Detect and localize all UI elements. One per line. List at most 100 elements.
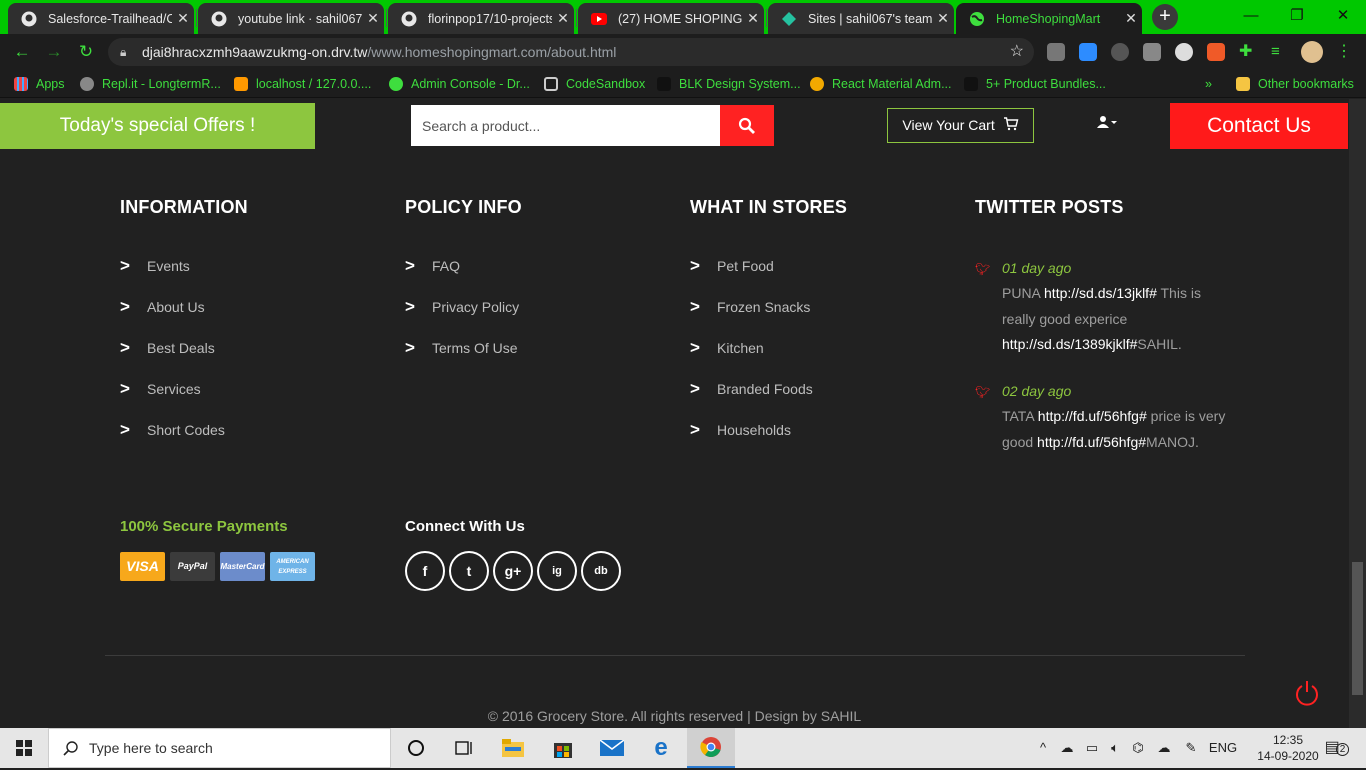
tweet-text: TATA [1002,408,1038,424]
puzzle-icon[interactable]: ✚ [1239,43,1257,61]
close-icon[interactable]: ✕ [742,10,764,27]
task-view-icon[interactable] [440,728,488,768]
pen-icon[interactable]: ✎ [1180,728,1202,768]
close-icon[interactable]: ✕ [362,10,384,27]
google-plus-icon[interactable]: g+ [493,551,533,591]
footer-link-frozen-snacks[interactable]: > Frozen Snacks [690,297,810,317]
avatar[interactable] [1301,41,1323,63]
close-icon[interactable]: ✕ [172,10,194,27]
cloud-icon[interactable]: ☁ [1057,728,1077,768]
footer-link-services[interactable]: > Services [120,379,201,399]
browser-tab[interactable]: (27) HOME SHOPING M ✕ [578,3,764,34]
chevron-up-icon[interactable]: ^ [1034,728,1052,768]
tweet-link[interactable]: http://fd.uf/56hfg# [1037,434,1146,450]
language-indicator[interactable]: ENG [1207,728,1239,768]
mail-icon[interactable] [588,728,636,768]
reload-icon[interactable]: ↻ [74,40,98,64]
minimize-button[interactable]: — [1228,0,1274,32]
restore-button[interactable]: ❐ [1274,0,1320,32]
footer-link-households[interactable]: > Households [690,420,791,440]
footer-link-short-codes[interactable]: > Short Codes [120,420,225,440]
bug-extension-icon[interactable] [1111,43,1129,61]
bookmark-other[interactable]: Other bookmarks [1236,70,1354,98]
twitter-icon[interactable]: t [449,551,489,591]
onedrive-icon[interactable]: ☁ [1153,728,1175,768]
footer-link-privacy-policy[interactable]: > Privacy Policy [405,297,519,317]
browser-tab-active[interactable]: HomeShopingMart ✕ [956,3,1142,34]
tweet-link[interactable]: http://sd.ds/13jklf# [1044,285,1157,301]
browser-tab[interactable]: Sites | sahil067's team ✕ [768,3,954,34]
dribbble-icon[interactable]: db [581,551,621,591]
footer-link-pet-food[interactable]: > Pet Food [690,256,774,276]
view-cart-button[interactable]: View Your Cart [887,108,1034,143]
scrollbar-thumb[interactable] [1352,562,1363,695]
lock-icon: 🔒︎ [120,45,127,59]
power-icon[interactable] [1293,678,1321,708]
media-icon[interactable]: ≡ [1271,43,1289,61]
bookmark-apps[interactable]: Apps [14,70,65,98]
bookmark-codesandbox[interactable]: CodeSandbox [544,70,645,98]
footer-link-kitchen[interactable]: > Kitchen [690,338,764,358]
translate-extension-icon[interactable] [1207,43,1225,61]
camera-extension-icon[interactable] [1143,43,1161,61]
taskbar-clock[interactable]: 12:35 14-09-2020 [1256,732,1320,764]
edge-icon[interactable]: e [637,728,685,768]
back-icon[interactable]: ← [10,40,34,64]
extension-icon[interactable] [1047,43,1065,61]
browser-tab[interactable]: youtube link · sahil067/ ✕ [198,3,384,34]
contact-us-button[interactable]: Contact Us [1170,103,1348,149]
record-extension-icon[interactable] [1175,43,1193,61]
menu-icon[interactable]: ⋮ [1335,43,1353,61]
tweet-link[interactable]: http://fd.uf/56hfg# [1038,408,1147,424]
user-dropdown[interactable] [1097,115,1117,131]
bookmark-localhost[interactable]: localhost / 127.0.0.... [234,70,371,98]
network-icon[interactable]: ⌬ [1128,728,1148,768]
footer-link-branded-foods[interactable]: > Branded Foods [690,379,813,399]
bookmark-react-material[interactable]: React Material Adm... [810,70,952,98]
new-tab-button[interactable]: + [1152,4,1178,30]
footer-link-about-us[interactable]: > About Us [120,297,205,317]
file-explorer-icon[interactable] [489,728,537,768]
notification-center-icon[interactable]: ▤2 [1322,728,1352,768]
instagram-icon[interactable]: ig [537,551,577,591]
battery-icon[interactable]: ▭ [1082,728,1102,768]
zoom-extension-icon[interactable] [1079,43,1097,61]
policy-heading: POLICY INFO [405,197,522,217]
close-icon[interactable]: ✕ [932,10,954,27]
product-search-input[interactable] [411,105,720,146]
bookmark-label: 5+ Product Bundles... [986,77,1106,91]
special-offers-banner[interactable]: Today's special Offers ! [0,103,315,149]
tweet-link[interactable]: http://sd.ds/1389kjklf# [1002,336,1137,352]
footer-link-best-deals[interactable]: > Best Deals [120,338,215,358]
cortana-icon[interactable] [392,728,440,768]
browser-tab[interactable]: Salesforce-Trailhead/Ca ✕ [8,3,194,34]
bookmark-label: CodeSandbox [566,77,646,91]
search-button[interactable] [720,105,774,146]
taskbar-search-box[interactable]: Type here to search [48,728,391,768]
volume-icon[interactable]: 🔈︎ [1105,728,1125,768]
tab-separator [196,9,197,27]
chrome-icon[interactable] [687,728,735,768]
tab-title: youtube link · sahil067/ [238,11,362,26]
footer-link-terms[interactable]: > Terms Of Use [405,338,518,358]
start-button[interactable] [0,728,48,768]
browser-tab[interactable]: florinpop17/10-projects ✕ [388,3,574,34]
social-glyph: f [422,563,428,579]
close-icon[interactable]: ✕ [1120,10,1142,27]
close-icon[interactable]: ✕ [552,10,574,27]
tab-separator [576,9,577,27]
close-window-button[interactable]: ✕ [1320,0,1366,32]
address-bar[interactable]: 🔒︎ djai8hracxzmh9aawzukmg-on.drv.tw/www.… [108,38,1034,66]
footer-link-events[interactable]: > Events [120,256,190,276]
bookmark-product-bundles[interactable]: 5+ Product Bundles... [964,70,1106,98]
forward-icon[interactable]: → [42,40,66,64]
bookmark-blk-design[interactable]: BLK Design System... [657,70,801,98]
bookmarks-overflow-button[interactable]: » [1205,70,1212,98]
tab-separator [766,9,767,27]
footer-link-faq[interactable]: > FAQ [405,256,460,276]
facebook-icon[interactable]: f [405,551,445,591]
bookmark-admin-console[interactable]: Admin Console - Dr... [389,70,530,98]
store-icon[interactable] [539,728,587,768]
bookmark-replit[interactable]: Repl.it - LongtermR... [80,70,221,98]
bookmark-star-icon[interactable]: ☆ [1010,38,1024,66]
